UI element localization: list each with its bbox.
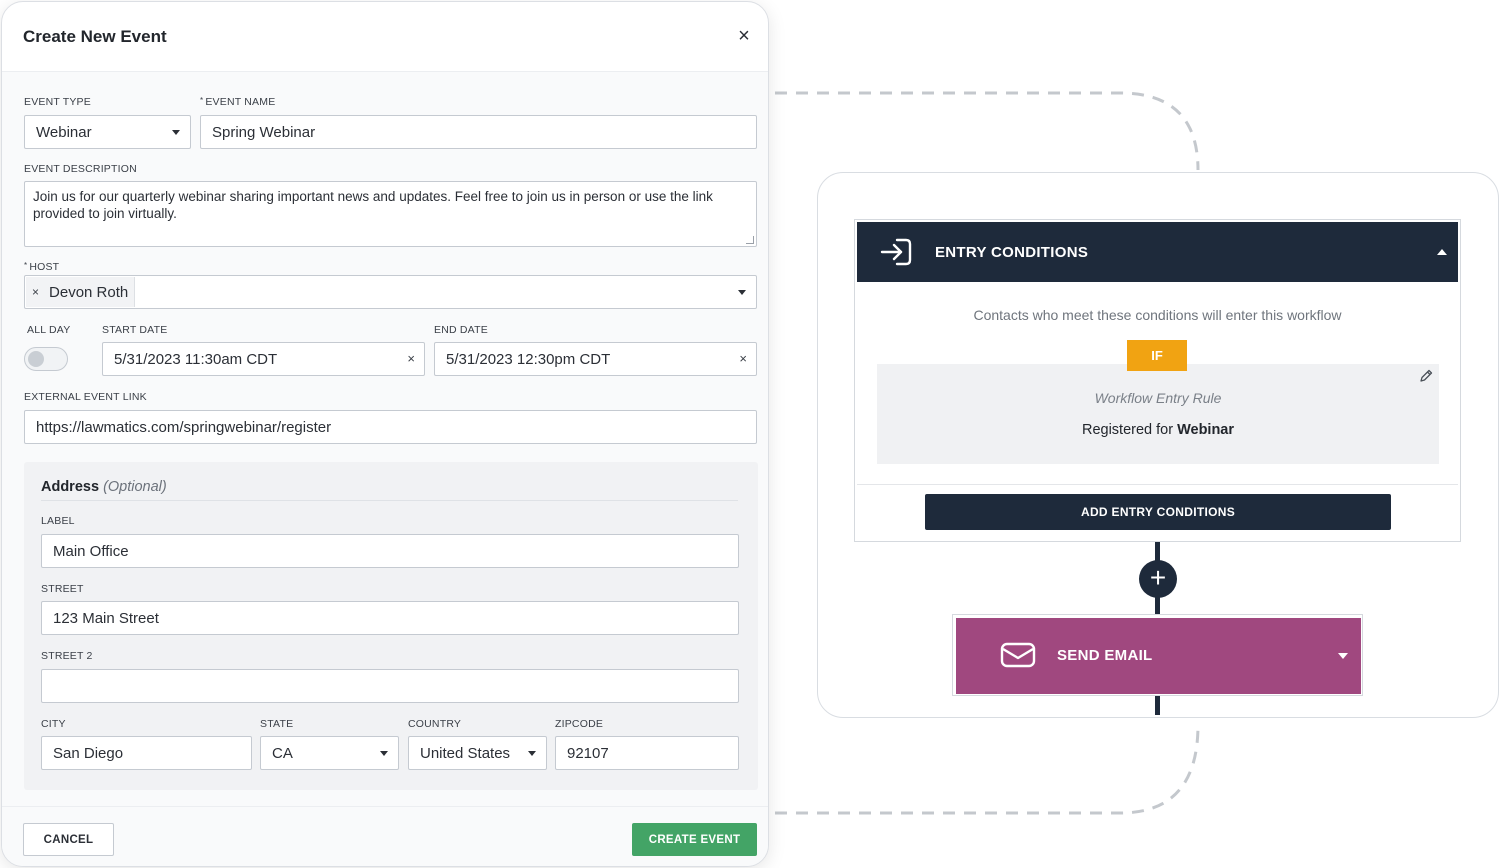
event-type-value: Webinar xyxy=(36,123,92,141)
close-icon[interactable]: × xyxy=(734,26,754,46)
clear-start-date-icon[interactable]: × xyxy=(407,351,415,366)
street2-input[interactable] xyxy=(41,669,739,703)
external-link-value: https://lawmatics.com/springwebinar/regi… xyxy=(36,418,332,436)
sign-in-icon xyxy=(880,238,912,266)
send-email-title: SEND EMAIL xyxy=(1057,647,1153,664)
event-name-value: Spring Webinar xyxy=(212,123,316,141)
end-date-input[interactable]: 5/31/2023 12:30pm CDT × xyxy=(434,342,757,376)
city-input[interactable]: San Diego xyxy=(41,736,252,770)
entry-rule-prefix: Registered for xyxy=(1081,422,1174,438)
entry-rule-value: Webinar xyxy=(1177,422,1235,438)
modal-header: Create New Event × xyxy=(2,2,768,72)
street2-label: STREET 2 xyxy=(41,650,93,662)
external-link-label: EXTERNAL EVENT LINK xyxy=(24,391,147,403)
start-date-input[interactable]: 5/31/2023 11:30am CDT × xyxy=(102,342,425,376)
country-value: United States xyxy=(420,744,511,762)
chevron-down-icon xyxy=(380,751,388,756)
event-description-value: Join us for our quarterly webinar sharin… xyxy=(33,189,713,221)
country-label: COUNTRY xyxy=(408,718,462,730)
modal-title: Create New Event xyxy=(23,27,167,46)
footer-divider xyxy=(2,806,768,807)
add-entry-conditions-button[interactable]: ADD ENTRY CONDITIONS xyxy=(925,494,1391,530)
host-tag-label: Devon Roth xyxy=(49,283,129,301)
end-date-label: END DATE xyxy=(434,324,488,336)
zipcode-value: 92107 xyxy=(567,744,609,762)
pencil-icon[interactable] xyxy=(1418,368,1434,384)
remove-tag-icon[interactable]: × xyxy=(32,285,39,299)
required-mark: * xyxy=(24,261,28,270)
send-email-step: SEND EMAIL xyxy=(952,614,1363,696)
event-type-label: EVENT TYPE xyxy=(24,96,91,108)
required-mark: * xyxy=(200,96,204,105)
create-event-button[interactable]: CREATE EVENT xyxy=(632,823,757,856)
address-optional: (Optional) xyxy=(103,479,167,495)
address-title-text: Address xyxy=(41,479,100,495)
chevron-down-icon xyxy=(172,130,180,135)
street-label: STREET xyxy=(41,583,84,595)
chevron-down-icon xyxy=(528,751,536,756)
country-select[interactable]: United States xyxy=(408,736,547,770)
all-day-toggle[interactable] xyxy=(24,347,68,371)
street-value: 123 Main Street xyxy=(53,609,159,627)
zipcode-input[interactable]: 92107 xyxy=(555,736,739,770)
street-input[interactable]: 123 Main Street xyxy=(41,601,739,635)
entry-conditions-block: ENTRY CONDITIONS Contacts who meet these… xyxy=(854,219,1461,542)
entry-conditions-title: ENTRY CONDITIONS xyxy=(935,244,1089,261)
start-date-value: 5/31/2023 11:30am CDT xyxy=(114,350,278,368)
start-date-label: START DATE xyxy=(102,324,168,336)
clear-end-date-icon[interactable]: × xyxy=(739,351,747,366)
event-name-label-text: EVENT NAME xyxy=(205,96,276,108)
zipcode-label: ZIPCODE xyxy=(555,718,604,730)
host-tag: × Devon Roth xyxy=(26,277,136,307)
modal-body: EVENT TYPE Webinar * EVENT NAME Spring We… xyxy=(2,72,768,866)
host-select[interactable]: × Devon Roth xyxy=(24,275,757,309)
toggle-knob xyxy=(28,351,44,367)
end-date-value: 5/31/2023 12:30pm CDT xyxy=(446,350,611,368)
entry-rule-card[interactable]: Workflow Entry Rule Registered for Webin… xyxy=(877,364,1439,464)
entry-conditions-header[interactable]: ENTRY CONDITIONS xyxy=(857,222,1458,282)
add-step-button[interactable]: + xyxy=(1139,560,1177,598)
host-label: * HOST xyxy=(24,261,59,273)
address-section: Address (Optional) LABEL Main Office STR… xyxy=(24,462,758,790)
address-label-value: Main Office xyxy=(53,542,129,560)
city-value: San Diego xyxy=(53,744,124,762)
all-day-label: ALL DAY xyxy=(27,324,71,336)
create-event-modal: Create New Event × EVENT TYPE Webinar * E… xyxy=(1,1,769,867)
address-label-input[interactable]: Main Office xyxy=(41,534,739,568)
address-divider xyxy=(41,500,738,501)
event-name-input[interactable]: Spring Webinar xyxy=(200,115,757,149)
host-label-text: HOST xyxy=(29,261,60,273)
send-email-header[interactable]: SEND EMAIL xyxy=(956,618,1361,694)
chevron-up-icon[interactable] xyxy=(1437,249,1447,255)
entry-rule-title: Workflow Entry Rule xyxy=(1094,390,1222,406)
if-badge: IF xyxy=(1127,340,1187,371)
city-label: CITY xyxy=(41,718,66,730)
address-label-label: LABEL xyxy=(41,515,75,527)
event-description-label: EVENT DESCRIPTION xyxy=(24,163,137,175)
state-select[interactable]: CA xyxy=(260,736,399,770)
entry-divider xyxy=(857,484,1458,485)
address-title: Address (Optional) xyxy=(41,479,167,495)
resize-handle-icon[interactable] xyxy=(746,236,754,244)
entry-conditions-subtitle: Contacts who meet these conditions will … xyxy=(973,307,1342,323)
event-description-textarea[interactable]: Join us for our quarterly webinar sharin… xyxy=(24,181,757,247)
entry-rule-text: Registered for Webinar xyxy=(877,422,1439,438)
event-name-label: * EVENT NAME xyxy=(200,96,275,108)
cancel-button[interactable]: CANCEL xyxy=(23,823,114,856)
external-link-input[interactable]: https://lawmatics.com/springwebinar/regi… xyxy=(24,410,757,444)
state-value: CA xyxy=(272,744,293,762)
envelope-icon xyxy=(1000,642,1036,668)
connector-line-bottom xyxy=(1155,696,1160,715)
chevron-down-icon[interactable] xyxy=(1338,653,1348,659)
chevron-down-icon xyxy=(738,290,746,295)
event-type-select[interactable]: Webinar xyxy=(24,115,191,149)
state-label: STATE xyxy=(260,718,294,730)
stage: Create New Event × EVENT TYPE Webinar * E… xyxy=(0,0,1500,868)
